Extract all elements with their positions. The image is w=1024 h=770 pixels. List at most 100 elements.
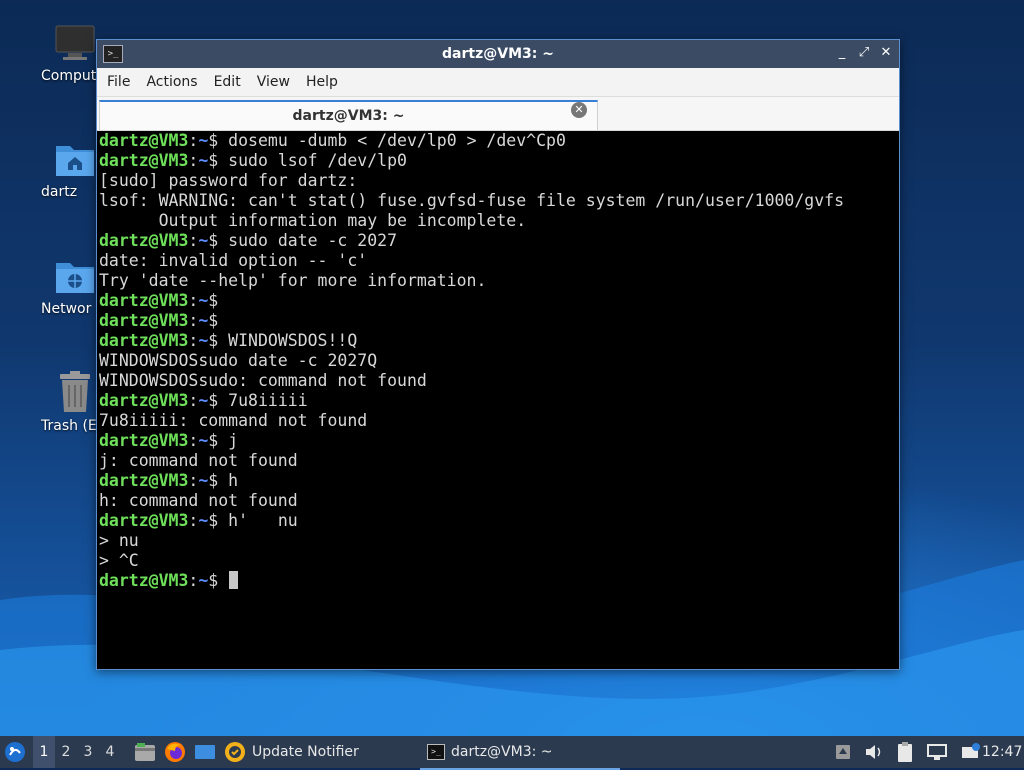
terminal-output[interactable]: dartz@VM3:~$ dosemu -dumb < /dev/lp0 > /… — [99, 131, 899, 669]
terminal-line: dartz@VM3:~$ sudo lsof /dev/lp0 — [99, 151, 899, 171]
taskbar-app-terminal[interactable]: >_ dartz@VM3: ~ — [420, 736, 620, 770]
terminal-line: 7u8iiiii: command not found — [99, 411, 899, 431]
line-text: 7u8iiiii — [228, 391, 308, 410]
line-text: Output information may be incomplete. — [99, 211, 527, 230]
workspace-4[interactable]: 4 — [99, 744, 121, 760]
close-button[interactable]: ✕ — [879, 45, 893, 61]
menu-actions[interactable]: Actions — [138, 74, 205, 90]
terminal-line: dartz@VM3:~$ — [99, 311, 899, 331]
show-desktop-icon[interactable] — [194, 743, 216, 761]
prompt-user: dartz@VM3 — [99, 331, 189, 350]
window-titlebar[interactable]: >_ dartz@VM3: ~ _ ⤢ ✕ — [97, 40, 899, 68]
line-text: h' nu — [228, 511, 298, 530]
terminal-icon: >_ — [427, 744, 445, 760]
tab-bar: dartz@VM3: ~ ✕ — [97, 97, 899, 131]
terminal-line: > ^C — [99, 551, 899, 571]
workspace-1[interactable]: 1 — [33, 736, 55, 768]
volume-icon[interactable] — [864, 743, 884, 761]
prompt-user: dartz@VM3 — [99, 431, 189, 450]
prompt-separator: : — [188, 471, 199, 490]
prompt-sigil: $ — [208, 471, 229, 490]
taskbar-app-update-notifier[interactable]: Update Notifier — [224, 736, 359, 768]
terminal-line: [sudo] password for dartz: — [99, 171, 899, 191]
workspace-3[interactable]: 3 — [77, 744, 99, 760]
prompt-separator: : — [188, 311, 199, 330]
minimize-button[interactable]: _ — [835, 45, 849, 61]
terminal-line: dartz@VM3:~$ WINDOWSDOS!!Q — [99, 331, 899, 351]
terminal-line: dartz@VM3:~$ h — [99, 471, 899, 491]
prompt-separator: : — [188, 511, 199, 530]
network-status-icon[interactable] — [926, 743, 948, 761]
terminal-line: WINDOWSDOSsudo date -c 2027Q — [99, 351, 899, 371]
firefox-icon[interactable] — [164, 741, 186, 763]
update-notifier-icon — [225, 742, 245, 762]
clock[interactable]: 12:47 — [982, 736, 1022, 768]
taskbar: 1 2 3 4 Update Notifier >_ dartz@VM3: ~ — [0, 736, 1024, 770]
prompt-path: ~ — [198, 431, 209, 450]
terminal-line: dartz@VM3:~$ dosemu -dumb < /dev/lp0 > /… — [99, 131, 899, 151]
trash-icon — [60, 371, 90, 412]
line-text: Try 'date --help' for more information. — [99, 271, 487, 290]
prompt-sigil: $ — [208, 311, 229, 330]
prompt-path: ~ — [198, 311, 209, 330]
prompt-user: dartz@VM3 — [99, 571, 189, 590]
usb-drive-icon[interactable] — [834, 743, 852, 761]
prompt-sigil: $ — [208, 571, 229, 590]
start-menu-button[interactable] — [4, 736, 28, 768]
workspace-2[interactable]: 2 — [55, 744, 77, 760]
terminal-line: j: command not found — [99, 451, 899, 471]
network-folder-icon — [56, 263, 94, 293]
menu-view[interactable]: View — [249, 74, 298, 90]
terminal-line: lsof: WARNING: can't stat() fuse.gvfsd-f… — [99, 191, 899, 211]
terminal-line: dartz@VM3:~$ j — [99, 431, 899, 451]
prompt-separator: : — [188, 431, 199, 450]
terminal-line: dartz@VM3:~$ sudo date -c 2027 — [99, 231, 899, 251]
home-folder-icon — [56, 146, 94, 176]
terminal-line: Try 'date --help' for more information. — [99, 271, 899, 291]
line-text: date: invalid option -- 'c' — [99, 251, 368, 270]
clipboard-icon[interactable] — [896, 741, 914, 763]
line-text: j: command not found — [99, 451, 298, 470]
menu-help[interactable]: Help — [298, 74, 346, 90]
prompt-path: ~ — [198, 391, 209, 410]
prompt-separator: : — [188, 391, 199, 410]
computer-icon — [55, 25, 95, 60]
prompt-path: ~ — [198, 331, 209, 350]
terminal-line: > nu — [99, 531, 899, 551]
prompt-path: ~ — [198, 471, 209, 490]
menu-edit[interactable]: Edit — [206, 74, 249, 90]
tab-terminal[interactable]: dartz@VM3: ~ — [99, 100, 598, 130]
line-text: j — [228, 431, 239, 450]
line-text: 7u8iiiii: command not found — [99, 411, 368, 430]
update-available-icon[interactable] — [960, 743, 982, 761]
line-text: h — [228, 471, 239, 490]
prompt-sigil: $ — [208, 331, 229, 350]
menu-file[interactable]: File — [99, 74, 138, 90]
tab-close-icon[interactable]: ✕ — [571, 102, 587, 118]
maximize-button[interactable]: ⤢ — [857, 45, 871, 61]
prompt-path: ~ — [198, 291, 209, 310]
prompt-separator: : — [188, 291, 199, 310]
file-manager-icon[interactable] — [134, 742, 156, 762]
prompt-user: dartz@VM3 — [99, 231, 189, 250]
prompt-separator: : — [188, 131, 199, 150]
prompt-path: ~ — [198, 131, 209, 150]
terminal-cursor — [229, 571, 239, 589]
taskbar-app-label: dartz@VM3: ~ — [451, 744, 553, 760]
lubuntu-logo-icon — [5, 742, 25, 762]
terminal-window[interactable]: >_ dartz@VM3: ~ _ ⤢ ✕ File Actions Edit … — [96, 39, 900, 670]
prompt-path: ~ — [198, 571, 209, 590]
line-text: > nu — [99, 531, 139, 550]
line-text: [sudo] password for dartz: — [99, 171, 358, 190]
prompt-separator: : — [188, 231, 199, 250]
prompt-sigil: $ — [208, 511, 229, 530]
line-text: dosemu -dumb < /dev/lp0 > /dev^Cp0 — [228, 131, 566, 150]
prompt-sigil: $ — [208, 431, 229, 450]
terminal-line: date: invalid option -- 'c' — [99, 251, 899, 271]
line-text: sudo lsof /dev/lp0 — [228, 151, 407, 170]
terminal-line: WINDOWSDOSsudo: command not found — [99, 371, 899, 391]
line-text: WINDOWSDOSsudo date -c 2027Q — [99, 351, 378, 370]
terminal-line: h: command not found — [99, 491, 899, 511]
prompt-separator: : — [188, 151, 199, 170]
prompt-user: dartz@VM3 — [99, 511, 189, 530]
